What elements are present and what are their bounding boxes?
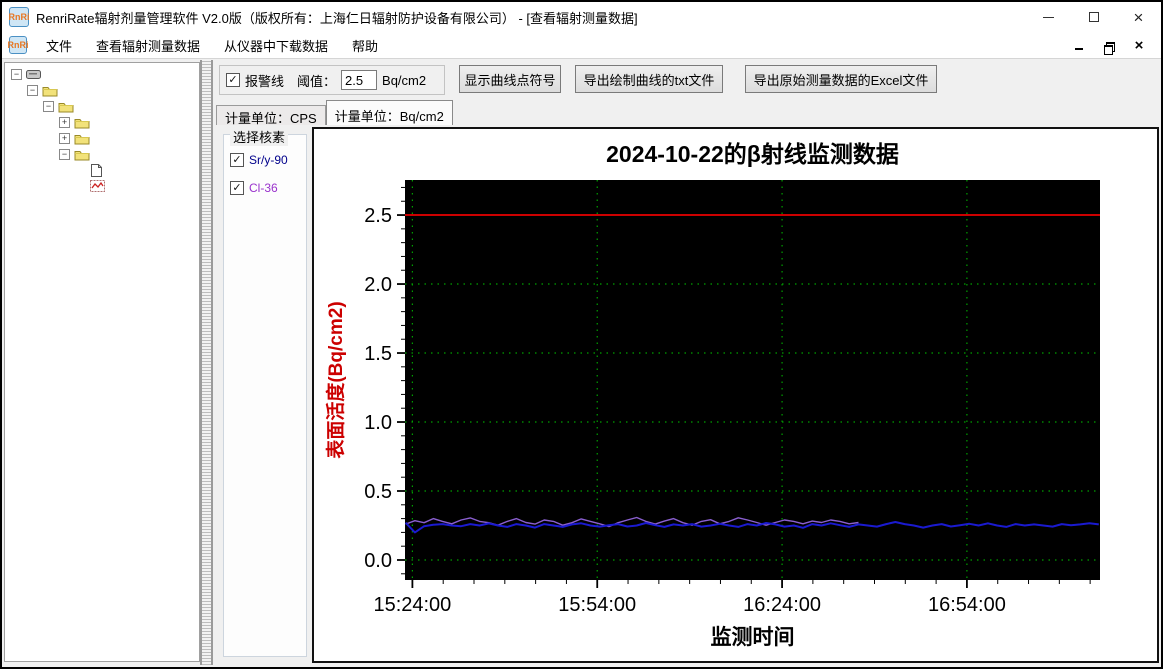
- menu-bar: RnRi 文件 查看辐射测量数据 从仪器中下载数据 帮助 ×: [2, 32, 1161, 59]
- threshold-input[interactable]: [341, 70, 378, 90]
- close-button[interactable]: ×: [1116, 2, 1161, 32]
- tab-unit-cps[interactable]: 计量单位：CPS: [216, 105, 326, 126]
- menu-item-2[interactable]: 从仪器中下载数据: [212, 31, 340, 60]
- svg-text:16:54:00: 16:54:00: [928, 594, 1006, 616]
- title-bar: RnRi RenriRate辐射剂量管理软件 V2.0版（版权所有：上海仁日辐射…: [2, 2, 1161, 32]
- svg-text:0.5: 0.5: [364, 481, 392, 503]
- tab-unit-bqcm2[interactable]: 计量单位：Bq/cm2: [325, 100, 453, 125]
- expand-toggle-icon[interactable]: +: [59, 132, 70, 144]
- nuclide-groupbox: 选择核素 ✓ Sr/y-90 ✓ Cl-36: [223, 127, 307, 657]
- folder-icon: [42, 84, 58, 97]
- chart-view-panel: ✓ 报警线 阈值： Bq/cm2 显示曲线点符号 导出绘制曲线的txt文件 导出…: [213, 60, 1161, 665]
- child-minimize-icon: [1075, 48, 1083, 50]
- svg-text:2.0: 2.0: [364, 274, 392, 296]
- app-window: RnRi RenriRate辐射剂量管理软件 V2.0版（版权所有：上海仁日辐射…: [0, 0, 1163, 669]
- nuclide-checkbox-cl-36[interactable]: ✓: [230, 181, 244, 195]
- svg-text:0.0: 0.0: [364, 550, 392, 572]
- menu-item-3[interactable]: 帮助: [340, 31, 390, 60]
- app-icon: RnRi: [9, 7, 30, 27]
- nuclide-item: ✓ Sr/y-90: [230, 153, 306, 167]
- tree-item-2024[interactable]: −: [5, 82, 199, 98]
- minimize-icon: [1043, 16, 1054, 18]
- maximize-button[interactable]: [1071, 2, 1116, 32]
- show-curve-symbols-button[interactable]: 显示曲线点符号: [459, 65, 561, 93]
- nuclide-label: Sr/y-90: [249, 153, 288, 167]
- child-close-button[interactable]: ×: [1131, 37, 1147, 54]
- document-icon: RnRi: [8, 36, 29, 54]
- monitoring-chart: 0.0 0.5 1.0 1.5 2.0 2.5 15:24:00 15:54:00 16:24:…: [324, 141, 1100, 649]
- folder-icon: [58, 100, 74, 113]
- nuclide-groupbox-title: 选择核素: [230, 127, 289, 146]
- folder-icon: [74, 148, 90, 161]
- collapse-toggle-icon[interactable]: −: [27, 84, 38, 96]
- nuclide-item: ✓ Cl-36: [230, 181, 306, 195]
- alarm-settings-panel: ✓ 报警线 阈值： Bq/cm2: [219, 65, 445, 95]
- threshold-label: 阈值：: [297, 73, 337, 89]
- child-restore-icon: [1104, 42, 1115, 55]
- device-tree-panel: − − − + + −: [4, 62, 200, 662]
- window-title: RenriRate辐射剂量管理软件 V2.0版（版权所有：上海仁日辐射防护设备有…: [36, 10, 638, 26]
- child-close-icon: ×: [1134, 37, 1144, 54]
- folder-icon: [74, 116, 90, 129]
- svg-text:监测时间: 监测时间: [711, 625, 795, 649]
- tree-item-10[interactable]: −: [5, 98, 199, 114]
- export-txt-button[interactable]: 导出绘制曲线的txt文件: [575, 65, 723, 93]
- svg-text:1.0: 1.0: [364, 412, 392, 434]
- minimize-button[interactable]: [1026, 2, 1071, 32]
- svg-text:2024-10-22的β射线监测数据: 2024-10-22的β射线监测数据: [606, 141, 899, 167]
- chart-container: 0.0 0.5 1.0 1.5 2.0 2.5 15:24:00 15:54:00 16:24:…: [312, 127, 1159, 663]
- child-minimize-button[interactable]: [1071, 38, 1087, 52]
- svg-text:1.5: 1.5: [364, 343, 392, 365]
- expand-toggle-icon[interactable]: +: [59, 116, 70, 128]
- menu-item-0[interactable]: 文件: [34, 31, 84, 60]
- folder-icon: [74, 132, 90, 145]
- collapse-toggle-icon[interactable]: −: [43, 100, 54, 112]
- device-icon: [26, 67, 42, 81]
- tree-item-22[interactable]: −: [5, 146, 199, 162]
- tree-item-20241022-[interactable]: [5, 162, 199, 178]
- main-content: −−−++− ✓ 报警线 阈值： Bq/cm2 显示曲线点符号 导出绘制曲线的t…: [2, 60, 1161, 665]
- svg-text:16:24:00: 16:24:00: [743, 594, 821, 616]
- unit-tabstrip: 计量单位：CPS 计量单位：Bq/cm2: [216, 100, 453, 126]
- collapse-toggle-icon[interactable]: −: [11, 68, 22, 80]
- tree-item-ren600-188-[interactable]: −: [5, 66, 199, 82]
- alarm-line-label: 报警线: [245, 73, 285, 89]
- doc-icon: [90, 163, 103, 178]
- svg-text:2.5: 2.5: [364, 205, 392, 227]
- svg-text:表面活度(Bq/cm2): 表面活度(Bq/cm2): [324, 301, 347, 458]
- child-restore-button[interactable]: [1101, 38, 1117, 55]
- panel-splitter[interactable]: [200, 60, 213, 665]
- tree-item-20241022-[interactable]: [5, 178, 199, 194]
- threshold-unit-label: Bq/cm2: [382, 72, 427, 88]
- close-icon: ×: [1133, 7, 1144, 27]
- menu-item-1[interactable]: 查看辐射测量数据: [84, 31, 212, 60]
- svg-text:15:24:00: 15:24:00: [373, 594, 451, 616]
- maximize-icon: [1088, 12, 1099, 22]
- alarm-line-checkbox[interactable]: ✓: [226, 73, 240, 87]
- collapse-toggle-icon[interactable]: −: [59, 148, 70, 160]
- tree-item-20[interactable]: +: [5, 114, 199, 130]
- chart-icon: [90, 179, 105, 193]
- tree-item-21[interactable]: +: [5, 130, 199, 146]
- nuclide-checkbox-sr-y-90[interactable]: ✓: [230, 153, 244, 167]
- nuclide-label: Cl-36: [249, 181, 278, 195]
- svg-text:15:54:00: 15:54:00: [558, 594, 636, 616]
- export-excel-button[interactable]: 导出原始测量数据的Excel文件: [745, 65, 937, 93]
